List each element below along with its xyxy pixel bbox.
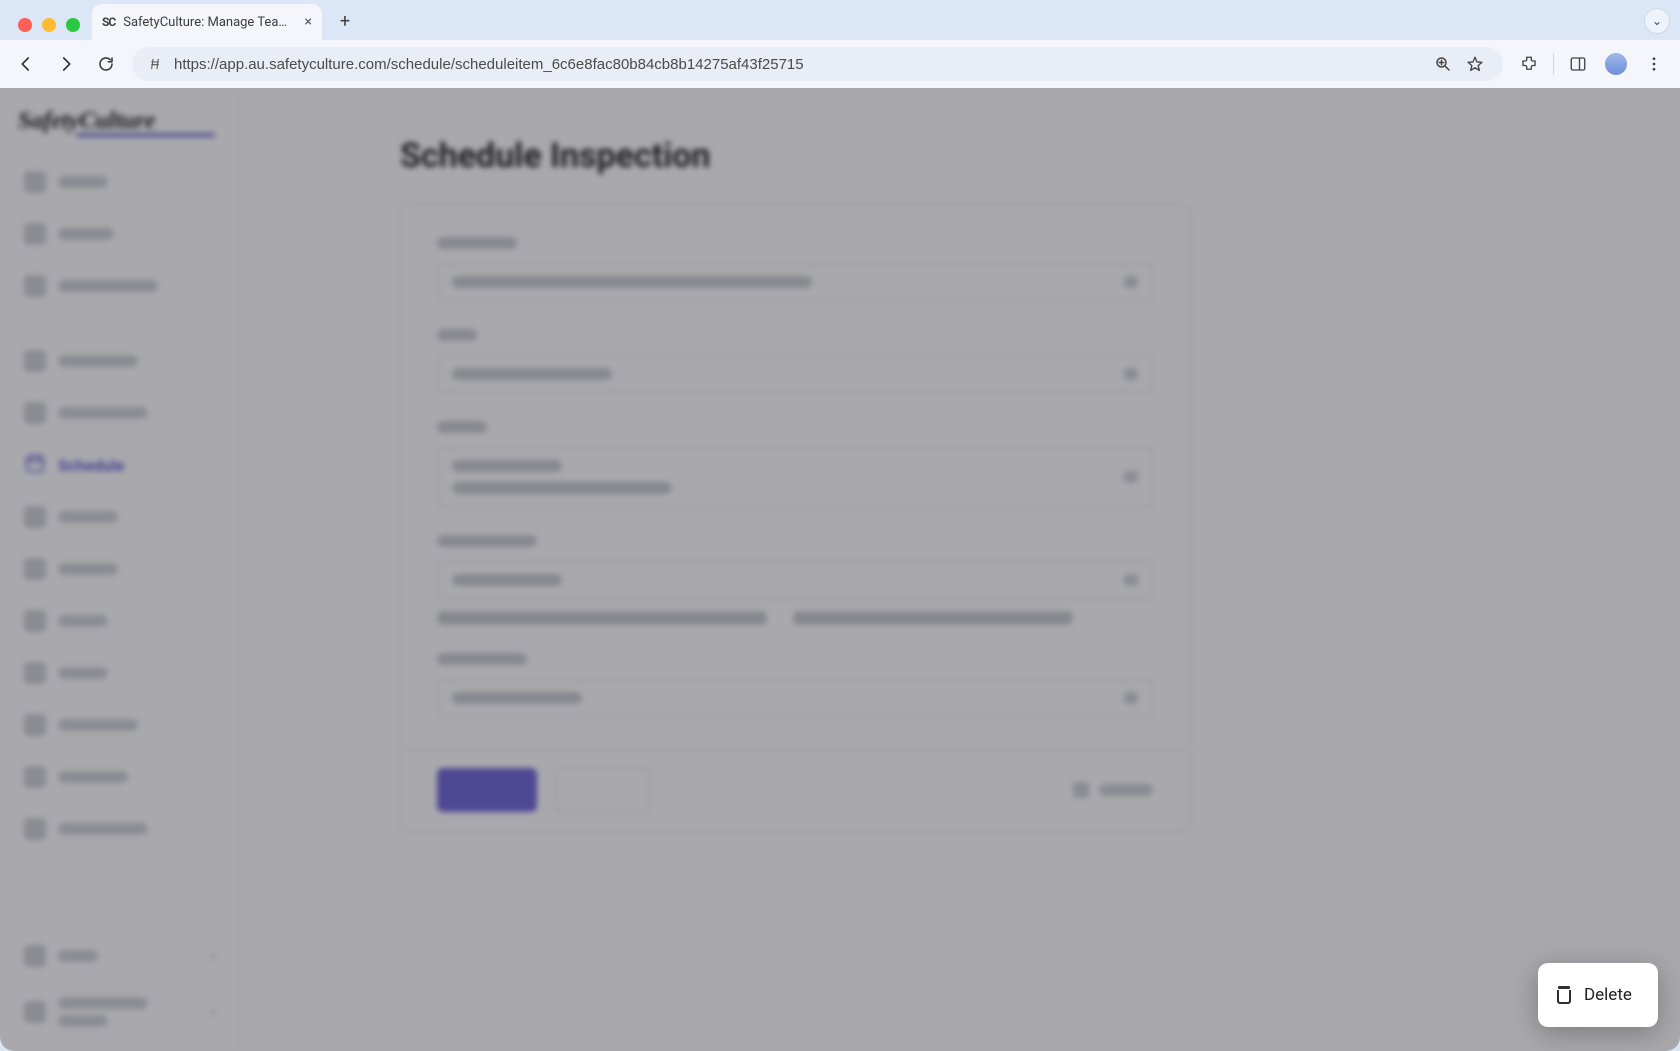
chevron-down-icon xyxy=(1124,276,1138,288)
select-input[interactable] xyxy=(437,355,1153,393)
app-root: SafetyCulture Schedule xyxy=(0,88,1680,1051)
cancel-button[interactable] xyxy=(555,768,651,812)
schedule-form-card xyxy=(400,204,1190,750)
field-label xyxy=(437,421,487,433)
tab-title: SafetyCulture: Manage Teams and… xyxy=(123,15,296,30)
nav-item[interactable] xyxy=(18,342,221,380)
tab-strip: SC SafetyCulture: Manage Teams and… × + … xyxy=(0,0,1680,40)
window-close-button[interactable] xyxy=(18,18,32,32)
sidebar: SafetyCulture Schedule xyxy=(0,88,240,1051)
browser-chrome: SC SafetyCulture: Manage Teams and… × + … xyxy=(0,0,1680,88)
form-field xyxy=(437,421,1153,507)
chevron-down-icon xyxy=(1124,471,1138,483)
field-value xyxy=(452,276,812,288)
profile-button[interactable] xyxy=(1602,50,1630,78)
select-input[interactable] xyxy=(437,561,1153,599)
chevron-right-icon: › xyxy=(211,948,215,964)
new-tab-button[interactable]: + xyxy=(330,6,360,36)
nav-footer: › › xyxy=(18,916,221,1031)
panel-icon xyxy=(1569,55,1587,73)
chevron-down-icon xyxy=(1124,368,1138,380)
more-label xyxy=(1099,784,1153,796)
nav-item[interactable] xyxy=(18,163,221,201)
form-field xyxy=(437,535,1153,625)
calendar-icon xyxy=(24,452,46,478)
chevron-right-icon: › xyxy=(211,1004,215,1020)
delete-menu-item[interactable]: Delete xyxy=(1544,975,1652,1015)
select-input[interactable] xyxy=(437,263,1153,301)
back-button[interactable] xyxy=(12,50,40,78)
brand-logo[interactable]: SafetyCulture xyxy=(18,108,221,135)
url-input[interactable] xyxy=(174,56,1419,73)
zoom-indicator-icon[interactable] xyxy=(1429,50,1457,78)
main-content: Schedule Inspection xyxy=(240,88,1680,1051)
save-button[interactable] xyxy=(437,768,537,812)
window-minimize-button[interactable] xyxy=(42,18,56,32)
select-input[interactable] xyxy=(437,679,1153,717)
arrow-right-icon xyxy=(57,55,75,73)
select-input[interactable] xyxy=(437,447,1153,507)
field-value xyxy=(452,368,612,380)
nav-item[interactable] xyxy=(18,498,221,536)
reload-button[interactable] xyxy=(92,50,120,78)
window-controls xyxy=(8,18,92,40)
trash-icon xyxy=(1556,986,1572,1004)
nav-item[interactable] xyxy=(18,394,221,432)
nav-item[interactable] xyxy=(18,602,221,640)
tab-close-icon[interactable]: × xyxy=(305,14,312,30)
side-panel-button[interactable] xyxy=(1564,50,1592,78)
nav-secondary: Schedule xyxy=(18,342,221,848)
delete-menu-label: Delete xyxy=(1584,985,1632,1005)
nav-item[interactable] xyxy=(18,758,221,796)
form-field xyxy=(437,653,1153,717)
avatar-icon xyxy=(1605,53,1627,75)
nav-item[interactable] xyxy=(18,810,221,848)
field-label xyxy=(437,237,517,249)
window-zoom-button[interactable] xyxy=(66,18,80,32)
nav-item[interactable] xyxy=(18,267,221,305)
more-actions-trigger[interactable] xyxy=(1073,782,1153,798)
context-menu: Delete xyxy=(1538,963,1658,1027)
field-value xyxy=(452,692,582,704)
nav-item-label: Schedule xyxy=(58,456,124,475)
site-info-icon[interactable] xyxy=(146,55,164,73)
forward-button[interactable] xyxy=(52,50,80,78)
chevron-down-icon xyxy=(1124,692,1138,704)
chevron-down-icon xyxy=(1124,574,1138,586)
reload-icon xyxy=(97,55,115,73)
browser-toolbar xyxy=(0,40,1680,88)
nav-primary xyxy=(18,163,221,305)
browser-tab-active[interactable]: SC SafetyCulture: Manage Teams and… × xyxy=(92,4,322,40)
field-label xyxy=(437,535,537,547)
more-icon xyxy=(1073,782,1089,798)
field-label xyxy=(437,653,527,665)
page-viewport: SafetyCulture Schedule xyxy=(0,88,1680,1051)
field-value xyxy=(452,574,562,586)
arrow-left-icon xyxy=(17,55,35,73)
extensions-button[interactable] xyxy=(1515,50,1543,78)
form-action-bar xyxy=(400,750,1190,831)
dots-vertical-icon xyxy=(1645,55,1663,73)
field-value xyxy=(452,482,672,494)
puzzle-icon xyxy=(1520,55,1538,73)
nav-footer-item[interactable]: › xyxy=(18,937,221,975)
helper-row xyxy=(437,611,1153,625)
nav-item[interactable] xyxy=(18,654,221,692)
address-bar[interactable] xyxy=(132,47,1503,81)
field-value xyxy=(452,460,562,472)
nav-footer-item[interactable]: › xyxy=(18,993,221,1031)
field-label xyxy=(437,329,477,341)
form-field xyxy=(437,237,1153,301)
form-field xyxy=(437,329,1153,393)
tab-favicon: SC xyxy=(102,15,115,29)
nav-divider xyxy=(18,323,221,324)
nav-item-schedule[interactable]: Schedule xyxy=(18,446,221,484)
nav-item[interactable] xyxy=(18,215,221,253)
page-title: Schedule Inspection xyxy=(400,136,1620,176)
tabs-dropdown-button[interactable]: ⌄ xyxy=(1644,8,1670,34)
nav-item[interactable] xyxy=(18,550,221,588)
bookmark-button[interactable] xyxy=(1461,50,1489,78)
nav-item[interactable] xyxy=(18,706,221,744)
kebab-menu-button[interactable] xyxy=(1640,50,1668,78)
